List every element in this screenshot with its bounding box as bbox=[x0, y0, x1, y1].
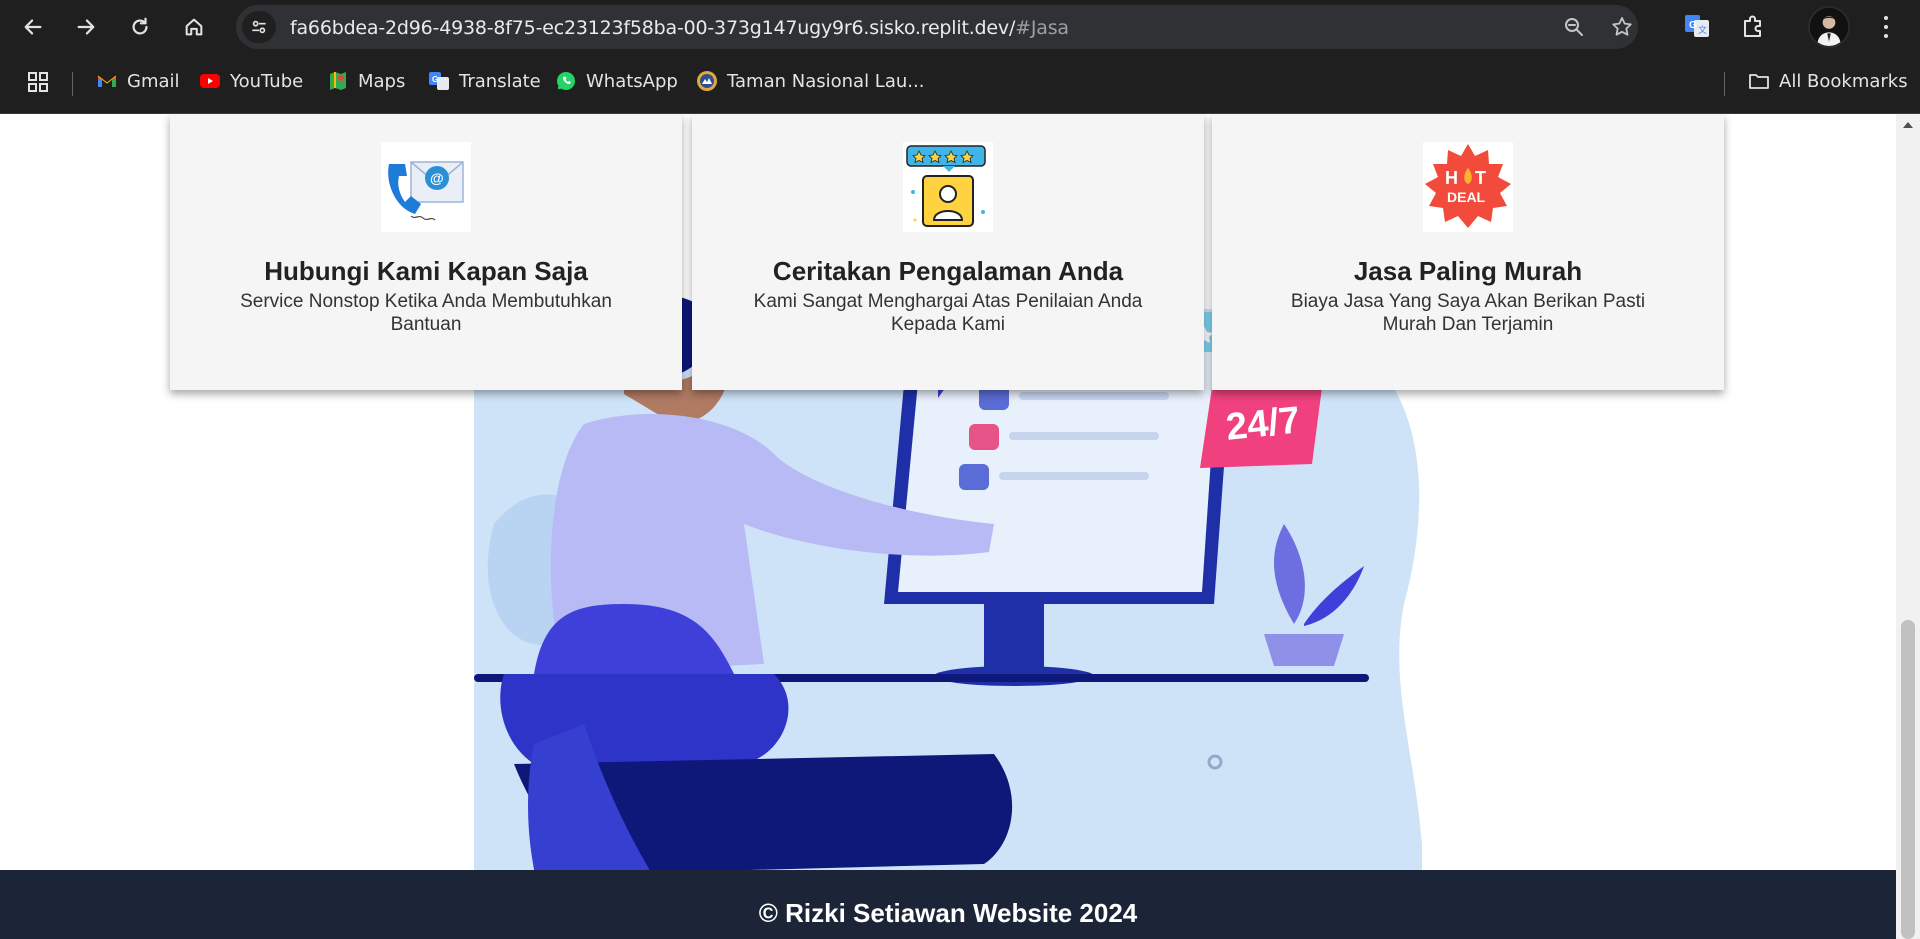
google-translate-icon: G文 bbox=[1685, 15, 1709, 37]
card-title: Ceritakan Pengalaman Anda bbox=[772, 256, 1124, 286]
forward-button[interactable] bbox=[68, 9, 104, 45]
page-footer: © Rizki Setiawan Website 2024 bbox=[0, 870, 1896, 939]
card-title: Hubungi Kami Kapan Saja bbox=[264, 256, 588, 286]
url-text[interactable]: fa66bdea-2d96-4938-8f75-ec23123f58ba-00-… bbox=[290, 17, 1069, 39]
service-card-price: H T DEAL Jasa Paling Murah Biaya Jasa Ya… bbox=[1212, 114, 1724, 390]
bookmarks-bar: Gmail YouTube Maps G Translate WhatsApp … bbox=[0, 54, 1920, 114]
svg-text:G: G bbox=[1689, 20, 1697, 31]
bookmark-star-button[interactable] bbox=[1610, 15, 1634, 39]
bookmark-label: YouTube bbox=[230, 70, 304, 92]
scroll-thumb[interactable] bbox=[1901, 620, 1915, 939]
service-card-contact: @ Hubungi Kami Kapan Saja Service Nonsto… bbox=[170, 114, 682, 390]
bookmark-label: Maps bbox=[358, 70, 406, 92]
arrow-left-icon bbox=[24, 19, 42, 35]
apps-grid-icon bbox=[28, 72, 48, 92]
gmail-icon bbox=[96, 70, 118, 92]
zoom-out-icon bbox=[1565, 18, 1583, 36]
site-info-button[interactable] bbox=[242, 11, 276, 43]
bookmark-label: Gmail bbox=[127, 70, 180, 92]
reload-button[interactable] bbox=[122, 9, 158, 45]
bookmark-taman-nasional[interactable]: Taman Nasional Lau... bbox=[696, 70, 924, 92]
park-icon bbox=[696, 70, 718, 92]
svg-text:DEAL: DEAL bbox=[1447, 189, 1486, 205]
star-icon bbox=[1612, 17, 1632, 36]
arrow-right-icon bbox=[77, 19, 95, 35]
url-fragment: #Jasa bbox=[1015, 17, 1069, 39]
scroll-up-arrow-icon[interactable] bbox=[1903, 122, 1913, 128]
bookmark-label: Taman Nasional Lau... bbox=[727, 70, 925, 92]
url-main: fa66bdea-2d96-4938-8f75-ec23123f58ba-00-… bbox=[290, 17, 1016, 39]
badge-247-text: 24/7 bbox=[1224, 399, 1302, 449]
contact-mail-icon: @ bbox=[381, 142, 471, 232]
page-scrollbar[interactable] bbox=[1896, 114, 1920, 939]
all-bookmarks-label: All Bookmarks bbox=[1779, 70, 1908, 92]
card-description: Service Nonstop Ketika Anda Membutuhkan … bbox=[240, 291, 612, 335]
reload-icon bbox=[132, 17, 148, 35]
card-title: Jasa Paling Murah bbox=[1353, 256, 1583, 286]
svg-text:T: T bbox=[1475, 168, 1486, 188]
profile-photo-icon bbox=[1810, 8, 1848, 46]
bookmark-maps[interactable]: Maps bbox=[327, 70, 405, 92]
translate-extension-button[interactable]: G文 bbox=[1683, 12, 1711, 40]
bookmark-youtube[interactable]: YouTube bbox=[199, 70, 303, 92]
tune-icon bbox=[252, 20, 266, 34]
svg-text:@: @ bbox=[430, 170, 444, 186]
folder-icon bbox=[1748, 70, 1770, 92]
address-bar[interactable]: fa66bdea-2d96-4938-8f75-ec23123f58ba-00-… bbox=[236, 5, 1638, 49]
profile-avatar[interactable] bbox=[1808, 6, 1850, 48]
svg-text:G: G bbox=[432, 75, 438, 84]
bookmark-label: Translate bbox=[459, 70, 541, 92]
bookmark-gmail[interactable]: Gmail bbox=[96, 70, 180, 92]
footer-copyright: © Rizki Setiawan Website 2024 bbox=[758, 898, 1138, 928]
zoom-button[interactable] bbox=[1562, 15, 1586, 39]
rating-user-icon bbox=[903, 142, 993, 232]
hot-deal-icon: H T DEAL bbox=[1423, 142, 1513, 232]
youtube-icon bbox=[199, 70, 221, 92]
web-page: 24/7 @ Hubungi Kami Kapan Saja Service N… bbox=[0, 114, 1896, 939]
home-icon bbox=[185, 18, 203, 36]
service-card-review: Ceritakan Pengalaman Anda Kami Sangat Me… bbox=[692, 114, 1204, 390]
svg-text:文: 文 bbox=[1698, 24, 1707, 36]
translate-icon: G bbox=[428, 70, 450, 92]
bookmark-whatsapp[interactable]: WhatsApp bbox=[555, 70, 678, 92]
bookmark-label: WhatsApp bbox=[586, 70, 678, 92]
maps-icon bbox=[327, 70, 349, 92]
whatsapp-icon bbox=[555, 70, 577, 92]
browser-toolbar: fa66bdea-2d96-4938-8f75-ec23123f58ba-00-… bbox=[0, 0, 1920, 54]
card-description: Kami Sangat Menghargai Atas Penilaian An… bbox=[753, 291, 1143, 335]
all-bookmarks-button[interactable]: All Bookmarks bbox=[1748, 70, 1908, 92]
bookmark-translate[interactable]: G Translate bbox=[428, 70, 541, 92]
svg-text:H: H bbox=[1445, 168, 1458, 188]
extensions-button[interactable] bbox=[1739, 12, 1767, 40]
apps-button[interactable] bbox=[26, 70, 50, 94]
back-button[interactable] bbox=[15, 9, 51, 45]
card-description: Biaya Jasa Yang Saya Akan Berikan Pasti … bbox=[1290, 291, 1646, 335]
browser-menu-button[interactable] bbox=[1876, 14, 1896, 40]
puzzle-icon bbox=[1744, 15, 1761, 37]
home-button[interactable] bbox=[176, 9, 212, 45]
